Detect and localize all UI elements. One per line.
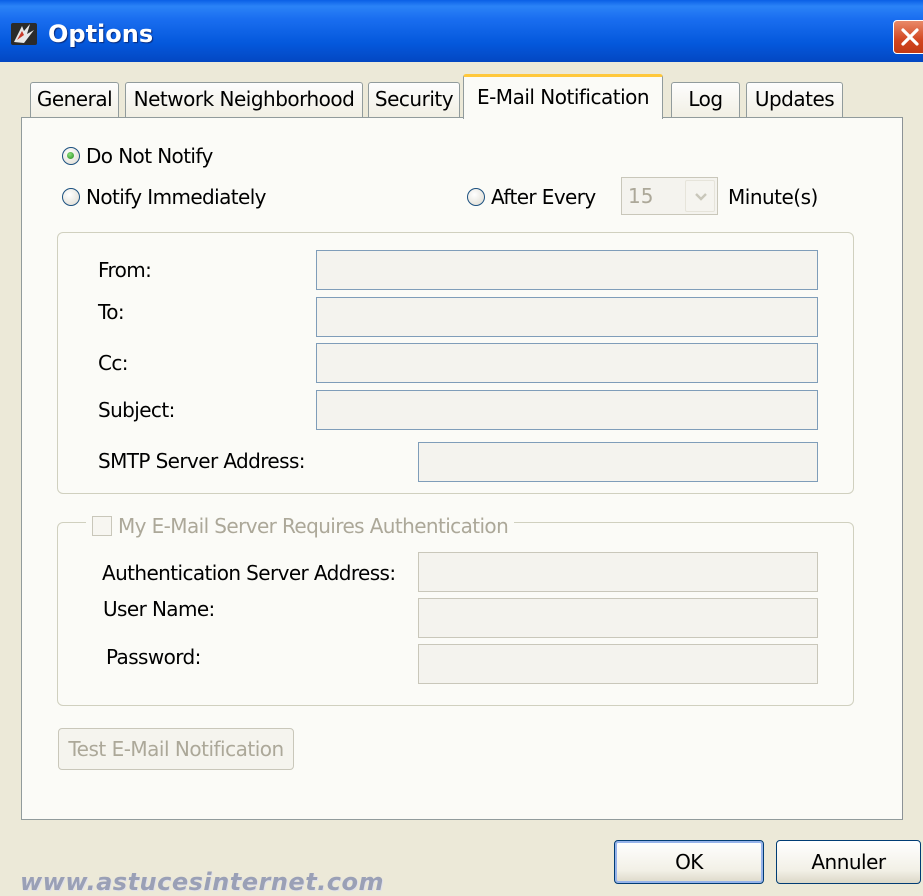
do-not-notify-radio[interactable]: Do Not Notify [62,143,213,169]
password-field[interactable] [418,644,818,684]
smtp-server-field[interactable] [418,442,818,482]
auth-required-label: My E-Mail Server Requires Authentication [118,514,509,538]
tab-security[interactable]: Security [368,82,460,117]
notify-immediately-radio[interactable]: Notify Immediately [62,184,267,210]
interval-unit-label: Minute(s) [728,185,818,209]
ok-button[interactable]: OK [614,840,764,884]
to-label: To: [98,300,125,324]
cc-label: Cc: [98,351,129,375]
tab-updates[interactable]: Updates [746,82,843,117]
window-title: Options [48,20,154,48]
tab-log[interactable]: Log [671,82,740,117]
tab-email-notification[interactable]: E-Mail Notification [463,74,663,119]
radio-selected-icon [62,147,80,165]
username-field[interactable] [418,598,818,638]
after-every-label: After Every [491,185,596,209]
to-field[interactable] [316,297,818,337]
username-label: User Name: [103,597,215,621]
test-email-button[interactable]: Test E-Mail Notification [58,728,294,770]
do-not-notify-label: Do Not Notify [86,144,213,168]
cancel-button[interactable]: Annuler [776,840,921,884]
dropdown-button[interactable] [685,180,715,212]
auth-server-label: Authentication Server Address: [102,561,396,585]
app-icon [10,22,38,46]
interval-value: 15 [628,184,654,208]
after-every-radio[interactable]: After Every [467,184,596,210]
auth-required-checkbox[interactable]: My E-Mail Server Requires Authentication [86,510,515,542]
notify-immediately-label: Notify Immediately [86,185,267,209]
auth-server-field[interactable] [418,552,818,592]
watermark: www.astucesinternet.com [20,868,384,896]
radio-unselected-icon [62,188,80,206]
password-label: Password: [106,645,201,669]
radio-unselected-icon [467,188,485,206]
subject-field[interactable] [316,390,818,430]
title-bar[interactable]: Options [0,0,923,62]
subject-label: Subject: [98,398,175,422]
chevron-down-icon [695,193,707,201]
smtp-server-label: SMTP Server Address: [98,449,306,473]
tab-network-neighborhood[interactable]: Network Neighborhood [125,82,363,117]
from-label: From: [98,258,152,282]
checkbox-icon [92,516,112,536]
interval-select[interactable]: 15 [621,177,718,215]
from-field[interactable] [316,250,818,290]
tab-general[interactable]: General [30,82,119,117]
close-button[interactable] [893,20,923,54]
cc-field[interactable] [316,343,818,383]
